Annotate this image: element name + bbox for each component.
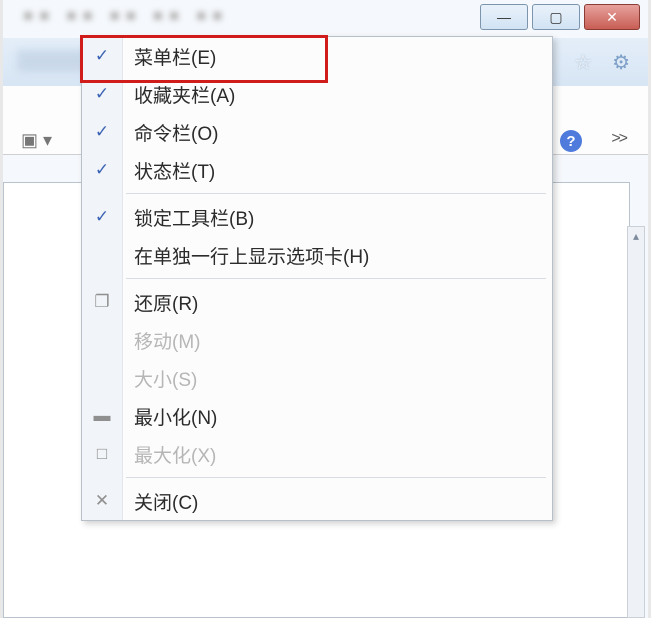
menu-separator: [126, 193, 546, 194]
menu-item-label: 命令栏(O): [134, 119, 218, 146]
close-window-button[interactable]: ✕: [584, 4, 640, 30]
menu-item-label: 移动(M): [134, 327, 200, 354]
menu-item[interactable]: ❐ 还原(R): [82, 283, 552, 321]
menu-item-label: 关闭(C): [134, 488, 198, 515]
titlebar-blur-text: ■■ ■■ ■■ ■■ ■■: [23, 6, 423, 32]
menu-item-label: 还原(R): [134, 289, 198, 316]
check-icon: ✓: [82, 207, 122, 227]
toolbar-overflow-icon[interactable]: >>: [611, 130, 626, 148]
vertical-scrollbar[interactable]: ▴: [627, 226, 645, 618]
browser-window: ■■ ■■ ■■ ■■ ■■ — ▢ ✕ ☆ ⚙ ▣ ▾ ? >> 首页 ▴ ✓…: [3, 0, 648, 618]
menu-item[interactable]: ▬ 最小化(N): [82, 397, 552, 435]
rss-feed-icon[interactable]: ▣ ▾: [21, 130, 52, 151]
menu-item[interactable]: ✓ 状态栏(T): [82, 151, 552, 189]
menu-item-label: 最小化(N): [134, 403, 217, 430]
menu-separator: [126, 477, 546, 478]
scroll-up-icon[interactable]: ▴: [628, 227, 644, 245]
check-icon: ✓: [82, 160, 122, 180]
menu-item[interactable]: 在单独一行上显示选项卡(H): [82, 236, 552, 274]
menu-item: 大小(S): [82, 359, 552, 397]
menu-item-label: 状态栏(T): [134, 157, 215, 184]
maximize-icon: ▢: [549, 9, 562, 26]
check-icon: ✓: [82, 122, 122, 142]
menu-glyph-icon: ✕: [82, 491, 122, 511]
maximize-button[interactable]: ▢: [532, 4, 580, 30]
menu-item-label: 锁定工具栏(B): [134, 204, 254, 231]
menu-item-label: 收藏夹栏(A): [134, 81, 235, 108]
window-controls: — ▢ ✕: [480, 4, 640, 30]
menu-glyph-icon: □: [82, 444, 122, 464]
check-icon: ✓: [82, 84, 122, 104]
menu-item[interactable]: ✕ 关闭(C): [82, 482, 552, 520]
favorites-star-icon[interactable]: ☆: [574, 50, 592, 75]
check-icon: ✓: [82, 46, 122, 66]
menu-item[interactable]: ✓ 命令栏(O): [82, 113, 552, 151]
menu-item[interactable]: ✓ 锁定工具栏(B): [82, 198, 552, 236]
menu-item: 移动(M): [82, 321, 552, 359]
menu-glyph-icon: ▬: [82, 406, 122, 426]
close-icon: ✕: [606, 9, 618, 26]
menu-item-label: 菜单栏(E): [134, 43, 216, 70]
minimize-button[interactable]: —: [480, 4, 528, 30]
minimize-icon: —: [497, 9, 511, 25]
titlebar-context-menu: ✓ 菜单栏(E) ✓ 收藏夹栏(A) ✓ 命令栏(O) ✓ 状态栏(T) ✓ 锁定工具栏(B) 在单…: [81, 36, 553, 521]
menu-item[interactable]: ✓ 收藏夹栏(A): [82, 75, 552, 113]
menu-item[interactable]: ✓ 菜单栏(E): [82, 37, 552, 75]
menu-item-label: 在单独一行上显示选项卡(H): [134, 242, 369, 269]
menu-glyph-icon: ❐: [82, 292, 122, 312]
menu-item-label: 最大化(X): [134, 441, 216, 468]
settings-gear-icon[interactable]: ⚙: [612, 50, 630, 75]
menu-item-label: 大小(S): [134, 365, 197, 392]
menu-item: □ 最大化(X): [82, 435, 552, 473]
scroll-track[interactable]: [628, 245, 644, 617]
help-icon[interactable]: ?: [560, 130, 582, 152]
menu-separator: [126, 278, 546, 279]
